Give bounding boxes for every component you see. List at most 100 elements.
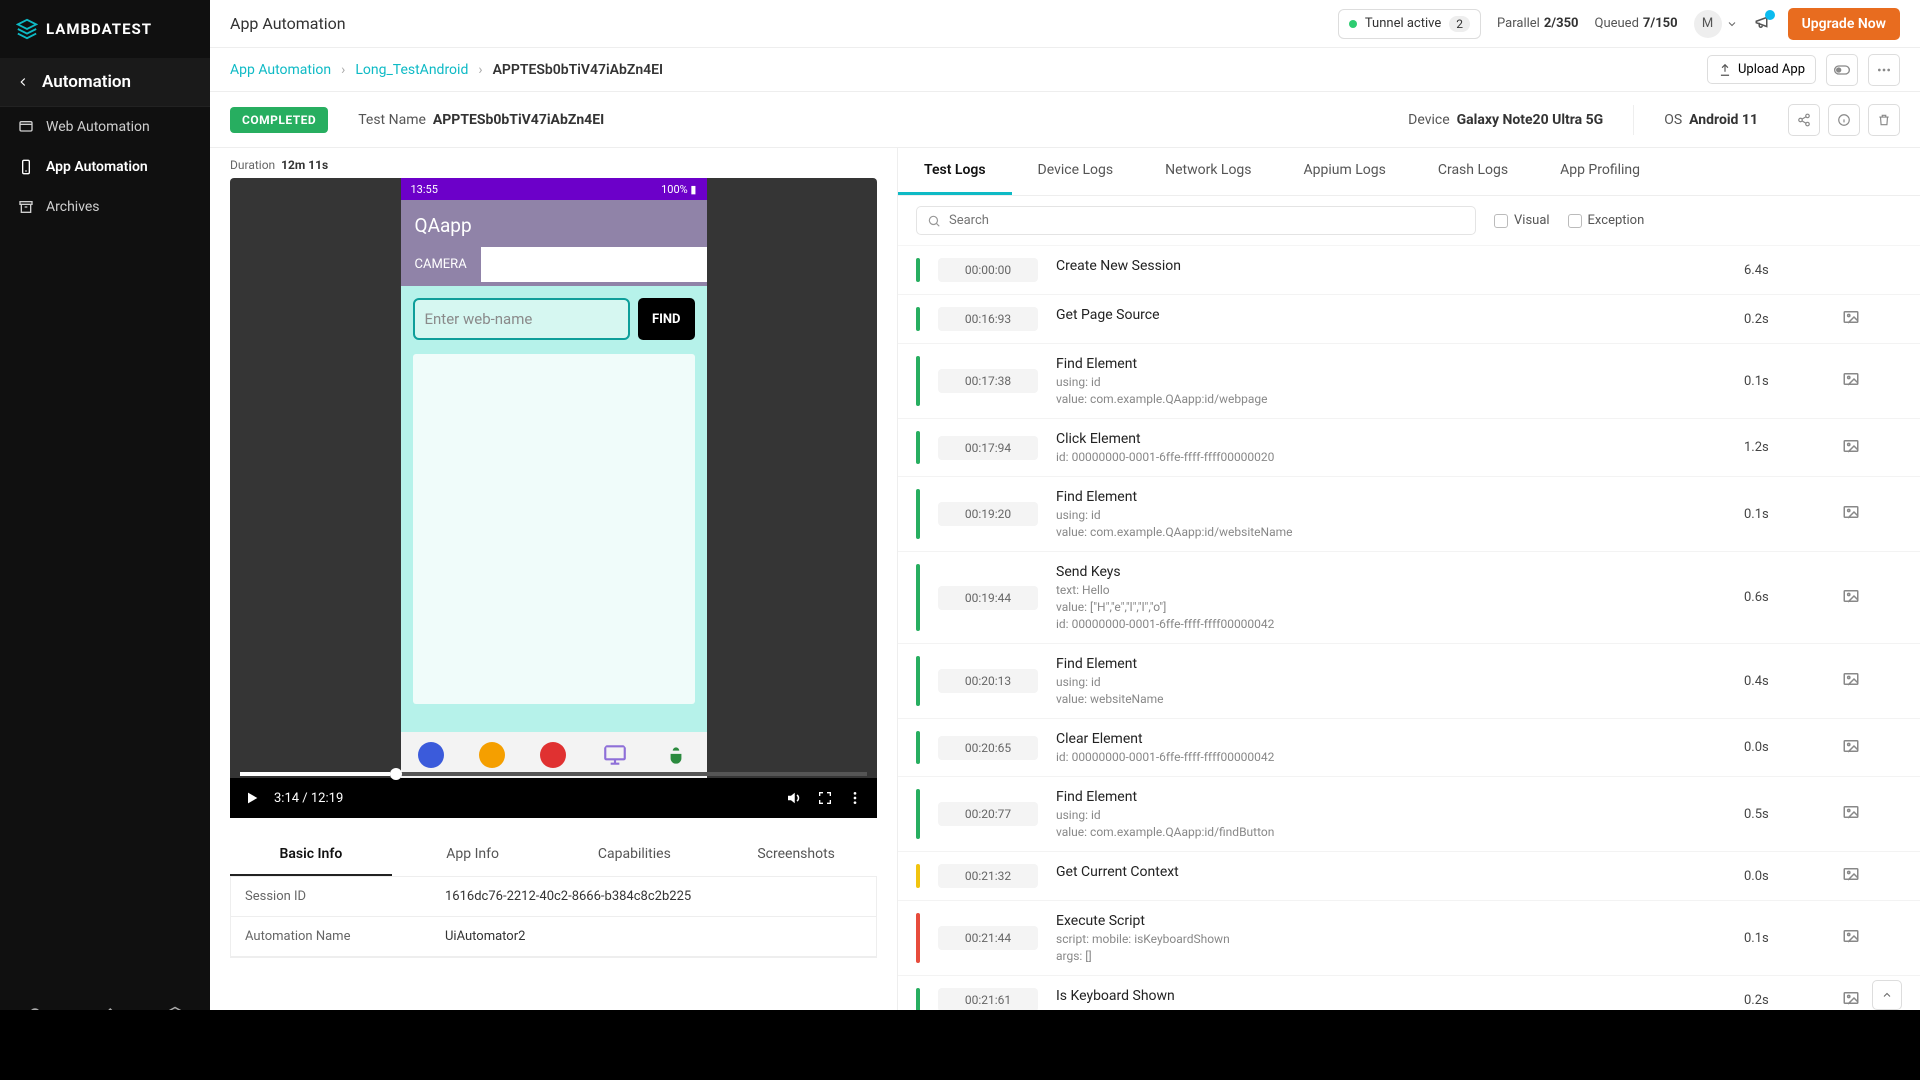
log-timestamp: 00:00:00 <box>938 258 1038 282</box>
sidebar-item-archives[interactable]: Archives <box>0 187 210 227</box>
log-screenshot-button[interactable] <box>1842 927 1902 949</box>
share-icon <box>1797 113 1811 127</box>
stop-icon <box>540 742 566 768</box>
log-command: Is Keyboard Shown <box>1056 988 1726 1004</box>
log-timestamp: 00:21:44 <box>938 926 1038 950</box>
log-tab-crash-logs[interactable]: Crash Logs <box>1412 148 1534 195</box>
brand-logo[interactable]: LAMBDATEST <box>0 0 210 58</box>
log-screenshot-button[interactable] <box>1842 437 1902 459</box>
log-row[interactable]: 00:21:32Get Current Context0.0s <box>898 852 1920 901</box>
info-tab-capabilities[interactable]: Capabilities <box>554 834 716 876</box>
log-row[interactable]: 00:17:94Click Elementid: 00000000-0001-6… <box>898 419 1920 477</box>
log-tab-appium-logs[interactable]: Appium Logs <box>1278 148 1412 195</box>
log-duration: 1.2s <box>1744 440 1824 455</box>
log-tab-app-profiling[interactable]: App Profiling <box>1534 148 1666 195</box>
log-screenshot-button[interactable] <box>1842 308 1902 330</box>
filter-exception[interactable]: Exception <box>1568 213 1645 228</box>
info-value: 1616dc76-2212-40c2-8666-b384c8c2b225 <box>445 889 691 904</box>
screenshot-icon <box>1842 737 1860 755</box>
testname: Test Name APPTESb0bTiV47iAbZn4EI <box>358 112 604 128</box>
browser-icon <box>18 119 34 135</box>
log-row[interactable]: 00:20:65Clear Elementid: 00000000-0001-6… <box>898 719 1920 777</box>
crumb-app-automation[interactable]: App Automation <box>230 62 331 78</box>
info-row: Session ID1616dc76-2212-40c2-8666-b384c8… <box>231 877 876 917</box>
phone-find-button: FIND <box>638 298 695 340</box>
log-screenshot-button[interactable] <box>1842 587 1902 609</box>
video-controls[interactable]: 3:14 / 12:19 <box>230 778 877 818</box>
more-menu-button[interactable] <box>1868 54 1900 86</box>
log-search[interactable] <box>916 206 1476 235</box>
log-row[interactable]: 00:16:93Get Page Source0.2s <box>898 295 1920 344</box>
status-stripe <box>916 431 920 464</box>
tunnel-status[interactable]: Tunnel active 2 <box>1338 9 1481 39</box>
log-command: Find Elementusing: idvalue: com.example.… <box>1056 356 1726 406</box>
upload-app-button[interactable]: Upload App <box>1707 55 1816 84</box>
log-detail: value: com.example.QAapp:id/findButton <box>1056 825 1726 839</box>
log-row[interactable]: 00:00:00Create New Session6.4s <box>898 246 1920 295</box>
log-row[interactable]: 00:20:77Find Elementusing: idvalue: com.… <box>898 777 1920 852</box>
log-tab-network-logs[interactable]: Network Logs <box>1139 148 1277 195</box>
info-key: Session ID <box>245 889 445 904</box>
sidebar-item-label: Archives <box>46 199 100 215</box>
log-detail: id: 00000000-0001-6ffe-ffff-ffff00000042 <box>1056 617 1726 631</box>
share-button[interactable] <box>1788 104 1820 136</box>
user-menu[interactable]: M <box>1694 10 1738 38</box>
seek-bar[interactable] <box>240 772 867 776</box>
log-row[interactable]: 00:21:44Execute Scriptscript: mobile: is… <box>898 901 1920 976</box>
log-detail: id: 00000000-0001-6ffe-ffff-ffff00000020 <box>1056 450 1726 464</box>
log-screenshot-button[interactable] <box>1842 803 1902 825</box>
screenshot-icon <box>1842 670 1860 688</box>
sidebar-item-app-automation[interactable]: App Automation <box>0 147 210 187</box>
toggle-view-button[interactable] <box>1826 54 1858 86</box>
screenshot-icon <box>1842 437 1860 455</box>
log-screenshot-button[interactable] <box>1842 670 1902 692</box>
log-row[interactable]: 00:17:38Find Elementusing: idvalue: com.… <box>898 344 1920 419</box>
log-detail: value: ["H","e","l","l","o"] <box>1056 600 1726 614</box>
upgrade-button[interactable]: Upgrade Now <box>1788 8 1900 40</box>
video-time: 3:14 / 12:19 <box>274 791 343 806</box>
duration-label: Duration 12m 11s <box>230 158 877 172</box>
brand-text: LAMBDATEST <box>46 20 152 38</box>
log-detail: using: id <box>1056 508 1726 522</box>
notifications-button[interactable] <box>1754 13 1772 35</box>
volume-icon[interactable] <box>785 789 803 807</box>
log-screenshot-button[interactable] <box>1842 737 1902 759</box>
info-tab-screenshots[interactable]: Screenshots <box>715 834 877 876</box>
scroll-top-button[interactable] <box>1872 980 1902 1010</box>
summary-row: COMPLETED Test Name APPTESb0bTiV47iAbZn4… <box>210 92 1920 148</box>
delete-button[interactable] <box>1868 104 1900 136</box>
parallel-stat: Parallel2/350 <box>1497 16 1578 31</box>
chevron-right-icon: › <box>478 62 482 78</box>
play-icon[interactable] <box>244 790 260 806</box>
log-row[interactable]: 00:20:13Find Elementusing: idvalue: webs… <box>898 644 1920 719</box>
sidebar-item-web-automation[interactable]: Web Automation <box>0 107 210 147</box>
log-row[interactable]: 00:19:44Send Keystext: Hellovalue: ["H",… <box>898 552 1920 644</box>
info-tab-app-info[interactable]: App Info <box>392 834 554 876</box>
avatar: M <box>1694 10 1722 38</box>
log-screenshot-button[interactable] <box>1842 865 1902 887</box>
sidebar-back[interactable]: Automation <box>0 58 210 107</box>
chevron-up-icon <box>1881 989 1893 1001</box>
log-duration: 0.2s <box>1744 312 1824 327</box>
info-tab-basic-info[interactable]: Basic Info <box>230 834 392 876</box>
log-list: 00:00:00Create New Session6.4s00:16:93Ge… <box>898 246 1920 1080</box>
log-duration: 0.5s <box>1744 807 1824 822</box>
chevron-down-icon <box>1726 18 1738 30</box>
kebab-icon[interactable] <box>847 790 863 806</box>
log-command: Find Elementusing: idvalue: websiteName <box>1056 656 1726 706</box>
crumb-build[interactable]: Long_TestAndroid <box>355 62 468 78</box>
log-tab-test-logs[interactable]: Test Logs <box>898 148 1012 195</box>
crumb-current: APPTESb0bTiV47iAbZn4EI <box>493 62 664 78</box>
status-stripe <box>916 307 920 331</box>
log-screenshot-button[interactable] <box>1842 370 1902 392</box>
info-button[interactable] <box>1828 104 1860 136</box>
log-row[interactable]: 00:19:20Find Elementusing: idvalue: com.… <box>898 477 1920 552</box>
log-tab-device-logs[interactable]: Device Logs <box>1012 148 1140 195</box>
phone-status-bar: 13:55 100% ▮ <box>401 178 707 200</box>
fullscreen-icon[interactable] <box>817 790 833 806</box>
log-search-input[interactable] <box>949 213 1465 228</box>
log-detail: id: 00000000-0001-6ffe-ffff-ffff00000042 <box>1056 750 1726 764</box>
filter-visual[interactable]: Visual <box>1494 213 1550 228</box>
sidebar-section-label: Automation <box>42 72 131 92</box>
log-screenshot-button[interactable] <box>1842 503 1902 525</box>
